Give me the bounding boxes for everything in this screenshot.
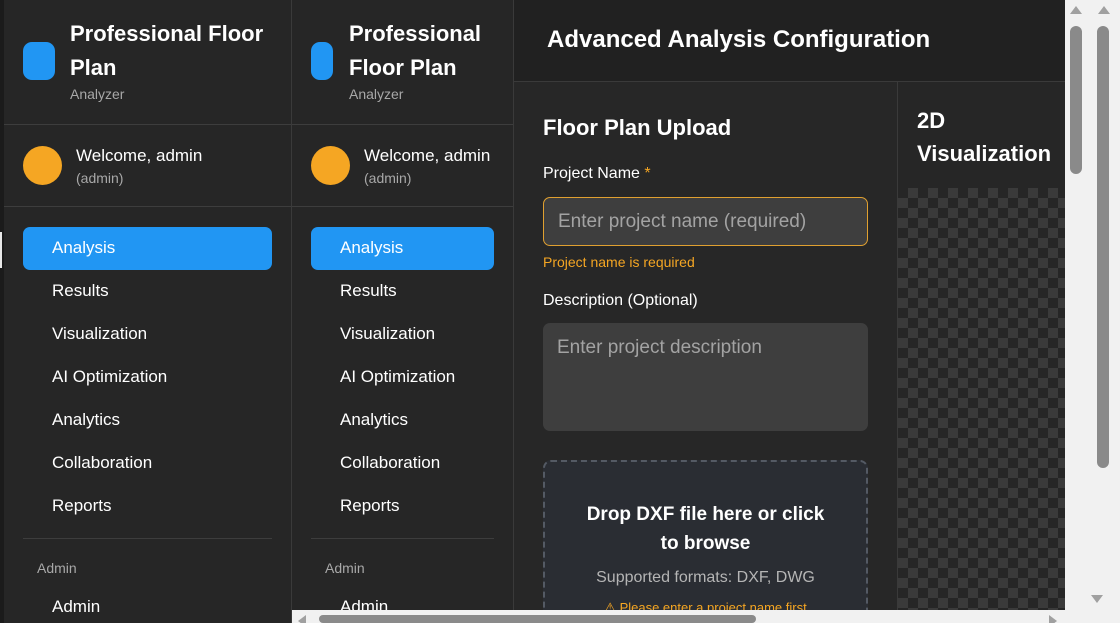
brand-subtitle: Analyzer <box>70 86 125 102</box>
visualization-title-line-2: Visualization <box>917 141 1052 166</box>
brand-subtitle: Analyzer <box>349 86 404 102</box>
window-edge-marker <box>0 232 2 268</box>
brand-title: Professional Floor Plan <box>349 17 481 85</box>
sidebar-item-ai-optimization[interactable]: AI Optimization <box>23 356 272 399</box>
brand-title: Professional Floor Plan <box>70 17 263 85</box>
user-role: (admin) <box>364 170 412 186</box>
sidebar-item-visualization[interactable]: Visualization <box>311 313 494 356</box>
brand-title-line-2: Plan <box>70 55 117 80</box>
sidebar-item-reports[interactable]: Reports <box>311 485 494 528</box>
scroll-up-arrow-icon[interactable] <box>1098 6 1110 14</box>
main-header: Advanced Analysis Configuration <box>514 0 1065 82</box>
brand-header: Professional Floor Plan Analyzer <box>292 0 513 125</box>
sidebar-item-reports[interactable]: Reports <box>23 485 272 528</box>
dropzone-warning-text: Please enter a project name first <box>619 600 807 610</box>
brand-title-line-2: Floor Plan <box>349 55 457 80</box>
sidebar-item-admin[interactable]: Admin <box>23 586 272 623</box>
scroll-down-arrow-icon[interactable] <box>1091 595 1103 603</box>
project-name-label: Project Name * <box>543 165 651 183</box>
sidebar-item-ai-optimization[interactable]: AI Optimization <box>311 356 494 399</box>
horizontal-scroll-thumb[interactable] <box>319 615 756 623</box>
dropzone-warning: ⚠ Please enter a project name first <box>545 600 866 610</box>
welcome-text: Welcome, admin <box>76 146 203 165</box>
required-marker: * <box>644 165 651 182</box>
page-title: Advanced Analysis Configuration <box>547 26 931 53</box>
sidebar-item-analytics[interactable]: Analytics <box>23 399 272 442</box>
avatar[interactable] <box>311 146 350 185</box>
project-name-input[interactable] <box>543 197 868 246</box>
visualization-canvas[interactable] <box>898 188 1065 610</box>
user-panel: Welcome, admin (admin) <box>4 125 291 207</box>
file-dropzone[interactable]: Drop DXF file here or click to browse Su… <box>543 460 868 610</box>
user-role: (admin) <box>76 170 124 186</box>
sidebar-secondary: Professional Floor Plan Analyzer Welcome… <box>292 0 514 623</box>
sidebar-item-analysis[interactable]: Analysis <box>311 227 494 270</box>
scroll-left-arrow-icon[interactable] <box>298 615 306 623</box>
horizontal-scrollbar[interactable] <box>292 610 1088 623</box>
floor-plan-upload-panel: Floor Plan Upload Project Name * Project… <box>514 82 897 610</box>
sidebar-item-analytics[interactable]: Analytics <box>311 399 494 442</box>
user-panel: Welcome, admin (admin) <box>292 125 513 207</box>
visualization-title-line-1: 2D <box>917 108 946 133</box>
brand-title-line-1: Professional Floor <box>70 21 264 46</box>
brand-logo-icon <box>311 42 333 80</box>
nav-section-admin: Admin <box>325 560 365 576</box>
sidebar-item-analysis[interactable]: Analysis <box>23 227 272 270</box>
inner-vertical-scrollbar[interactable] <box>1065 0 1088 610</box>
welcome-text: Welcome, admin <box>364 146 491 165</box>
sidebar-item-collaboration[interactable]: Collaboration <box>23 442 272 485</box>
sidebar-item-results[interactable]: Results <box>23 270 272 313</box>
nav-divider <box>311 538 494 539</box>
dropzone-title: Drop DXF file here or click to browse <box>586 504 825 554</box>
main-content: Advanced Analysis Configuration Floor Pl… <box>514 0 1065 610</box>
brand-title-line-1: Professional <box>349 21 482 46</box>
dropzone-formats: Supported formats: DXF, DWG <box>596 569 815 586</box>
scroll-right-arrow-icon[interactable] <box>1049 615 1057 623</box>
sidebar-item-visualization[interactable]: Visualization <box>23 313 272 356</box>
sidebar-item-collaboration[interactable]: Collaboration <box>311 442 494 485</box>
description-input[interactable] <box>543 323 868 431</box>
page-scroll-thumb[interactable] <box>1097 26 1109 468</box>
page-vertical-scrollbar[interactable] <box>1088 0 1120 623</box>
avatar[interactable] <box>23 146 62 185</box>
visualization-title: 2D Visualization <box>917 104 1051 170</box>
nav-section-admin: Admin <box>37 560 77 576</box>
project-name-error: Project name is required <box>543 254 695 270</box>
brand-logo-icon <box>23 42 55 80</box>
sidebar-item-results[interactable]: Results <box>311 270 494 313</box>
nav-divider <box>23 538 272 539</box>
description-label: Description (Optional) <box>543 292 698 309</box>
upload-panel-title: Floor Plan Upload <box>543 115 732 140</box>
scroll-up-arrow-icon[interactable] <box>1070 6 1082 14</box>
brand-header: Professional Floor Plan Analyzer <box>4 0 291 125</box>
warning-icon: ⚠ <box>604 600 616 610</box>
project-name-label-text: Project Name <box>543 165 640 182</box>
visualization-panel: 2D Visualization <box>897 82 1065 610</box>
sidebar-primary: Professional Floor Plan Analyzer Welcome… <box>4 0 292 623</box>
inner-scroll-thumb[interactable] <box>1070 26 1082 174</box>
